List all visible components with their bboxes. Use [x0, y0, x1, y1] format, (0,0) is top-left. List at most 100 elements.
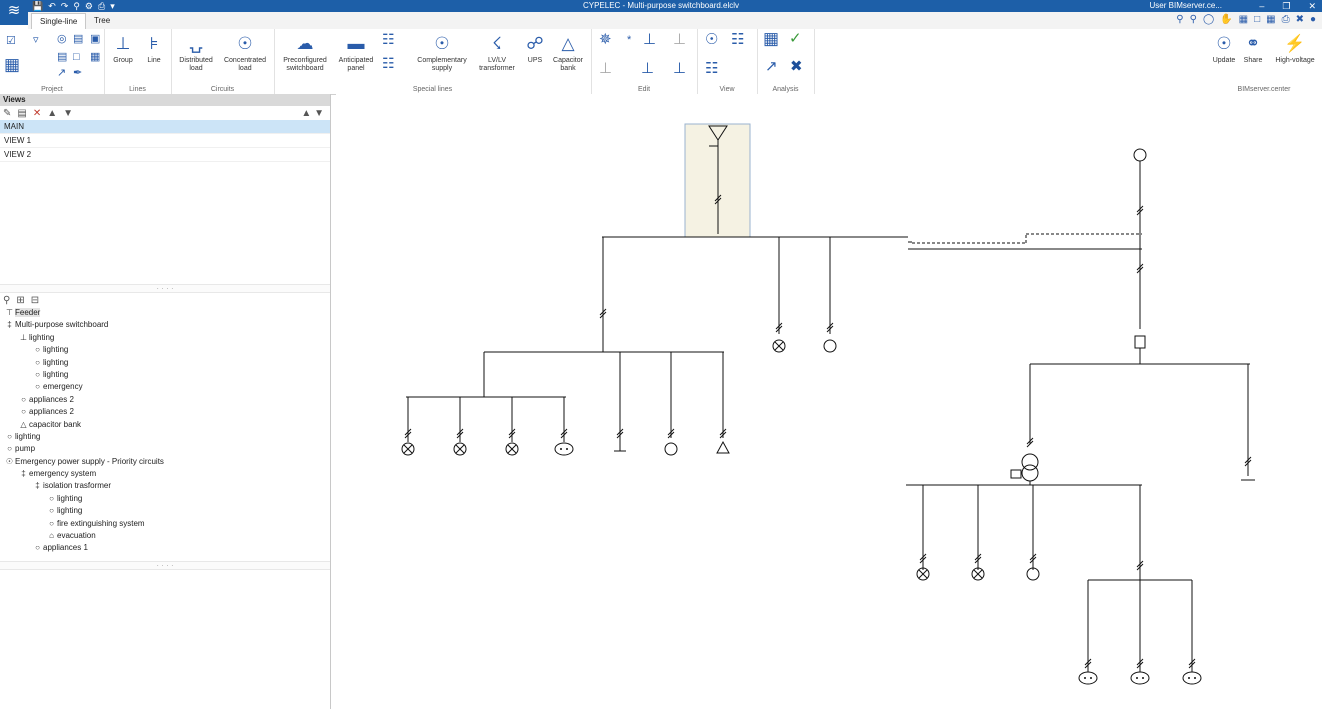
- expand-icon[interactable]: ☉: [705, 32, 718, 47]
- tree-node[interactable]: ○ appliances 2: [0, 394, 330, 406]
- calculator-grid-icon[interactable]: ▦: [4, 56, 20, 73]
- layout-icon[interactable]: ☷: [705, 61, 718, 76]
- zoom-out-icon[interactable]: ⚲: [1190, 14, 1197, 25]
- image-icon[interactable]: ▦: [90, 51, 100, 63]
- delete-view-icon[interactable]: ✕: [33, 108, 41, 119]
- tree-node[interactable]: ‡ isolation trasformer: [0, 480, 330, 492]
- redo-icon[interactable]: ↷: [61, 0, 69, 12]
- tree-node[interactable]: ○ pump: [0, 443, 330, 455]
- restore-icon[interactable]: ❐: [1282, 0, 1290, 12]
- distributed-load-button[interactable]: ⍽ Distributed load: [173, 31, 219, 73]
- move-up-icon[interactable]: ▲: [47, 108, 57, 119]
- calculator-icon[interactable]: ▦: [763, 30, 779, 47]
- tree-node[interactable]: ☉ Emergency power supply - Priority circu…: [0, 456, 330, 468]
- tree-node[interactable]: ⊤ Feeder: [0, 307, 330, 319]
- tree-node[interactable]: ○ appliances 2: [0, 406, 330, 418]
- view-item[interactable]: VIEW 1: [0, 134, 330, 148]
- frame-icon[interactable]: □: [73, 51, 80, 63]
- high-voltage-button[interactable]: ⚡ High-voltage: [1268, 31, 1322, 65]
- copy-view-icon[interactable]: ▤: [17, 108, 26, 119]
- concentrated-load-button[interactable]: ☉ Concentrated load: [219, 31, 271, 73]
- branch-icon[interactable]: ☷: [382, 32, 395, 46]
- print-icon[interactable]: ⎙: [98, 0, 105, 12]
- distribute-icon[interactable]: ⊥: [673, 32, 686, 47]
- user-account[interactable]: User BIMserver.ce...: [1150, 0, 1222, 12]
- splitter[interactable]: · · · ·: [0, 284, 330, 293]
- search-icon[interactable]: ⚲: [73, 0, 80, 12]
- tree-node[interactable]: ○ lighting: [0, 357, 330, 369]
- wiring-icon[interactable]: ▣: [90, 33, 100, 45]
- single-line-diagram[interactable]: [336, 94, 1322, 709]
- search-icon[interactable]: ⚲: [3, 295, 10, 306]
- filter-icon[interactable]: ▿: [33, 34, 39, 46]
- group-button[interactable]: ⊥ Group: [108, 31, 138, 65]
- error-icon[interactable]: ✖: [790, 59, 803, 74]
- settings-icon[interactable]: ⚙: [85, 0, 93, 12]
- dropdown-icon[interactable]: ▾: [110, 0, 115, 12]
- help-icon[interactable]: ●: [1310, 14, 1316, 25]
- tree-node[interactable]: ○ lighting: [0, 505, 330, 517]
- view-item[interactable]: VIEW 2: [0, 148, 330, 162]
- print-preview-icon[interactable]: ⎙: [1282, 14, 1290, 25]
- minimize-icon[interactable]: –: [1259, 0, 1264, 12]
- move-icon[interactable]: ⊥: [599, 61, 612, 76]
- tree-node[interactable]: ‡ Multi-purpose switchboard: [0, 319, 330, 331]
- document-icon[interactable]: ▤: [73, 33, 83, 45]
- collapse-all-icon[interactable]: ⊟: [31, 295, 39, 306]
- tree-node[interactable]: ○ lighting: [0, 493, 330, 505]
- frame-icon[interactable]: □: [1254, 14, 1260, 25]
- tree-node[interactable]: ○ lighting: [0, 369, 330, 381]
- pan-icon[interactable]: ✋: [1220, 14, 1232, 25]
- checkbox-icon[interactable]: ☑: [6, 35, 16, 47]
- tree-node[interactable]: △ capacitor bank: [0, 419, 330, 431]
- complementary-supply-button[interactable]: ☉ Complementary supply: [410, 31, 474, 73]
- align-icon[interactable]: ⊥: [643, 32, 656, 47]
- anticipated-panel-button[interactable]: ▬ Anticipated panel: [334, 31, 378, 73]
- tab-tree[interactable]: Tree: [86, 13, 118, 29]
- app-logo-icon[interactable]: ≋: [0, 0, 28, 25]
- project-data-icon[interactable]: ◎: [57, 33, 67, 45]
- table-icon[interactable]: ▦: [1266, 14, 1275, 25]
- close-icon[interactable]: ✕: [1308, 0, 1316, 12]
- tree-node[interactable]: ⌂ evacuation: [0, 530, 330, 542]
- save-icon[interactable]: 💾: [32, 0, 43, 12]
- move-down-icon[interactable]: ▼: [63, 108, 73, 119]
- tree-node[interactable]: ‡ emergency system: [0, 468, 330, 480]
- panel-scroll-icon[interactable]: ▲ ▼: [301, 108, 324, 119]
- diagram-canvas[interactable]: [336, 94, 1322, 709]
- tab-single-line[interactable]: Single-line: [31, 13, 87, 30]
- branch-panel-icon[interactable]: ☷: [382, 56, 395, 70]
- tree-node[interactable]: ○ lighting: [0, 431, 330, 443]
- update-button[interactable]: ☉ Update: [1208, 31, 1240, 65]
- ups-button[interactable]: ☍ UPS: [522, 31, 548, 65]
- preconfigured-switchboard-button[interactable]: ☁ Preconfigured switchboard: [276, 31, 334, 73]
- star-icon[interactable]: *: [627, 34, 631, 46]
- zoom-fit-icon[interactable]: ◯: [1203, 14, 1214, 25]
- splitter[interactable]: · · · ·: [0, 560, 330, 570]
- copy-icon[interactable]: ⊥: [641, 61, 654, 76]
- pen-icon[interactable]: ✒: [73, 67, 82, 79]
- expand-all-icon[interactable]: ⊞: [16, 295, 24, 306]
- lv-transformer-button[interactable]: ☇ LV/LV transformer: [474, 31, 520, 73]
- undo-icon[interactable]: ↶: [48, 0, 56, 12]
- view-item[interactable]: MAIN: [0, 120, 330, 134]
- insert-icon[interactable]: ✵: [599, 32, 612, 47]
- new-view-icon[interactable]: ✎: [3, 108, 11, 119]
- tree-node[interactable]: ○ fire extinguishing system: [0, 518, 330, 530]
- list-icon[interactable]: ▤: [57, 51, 67, 63]
- arrow-icon[interactable]: ↗: [57, 67, 66, 79]
- tree-node[interactable]: ○ lighting: [0, 344, 330, 356]
- line-button[interactable]: ⊧ Line: [140, 31, 168, 65]
- paste-icon[interactable]: ⊥: [673, 61, 686, 76]
- wand-icon[interactable]: ↗: [765, 59, 778, 74]
- tree-node[interactable]: ○ appliances 1: [0, 542, 330, 554]
- tools-icon[interactable]: ✖: [1296, 14, 1304, 25]
- tree-node[interactable]: ○ emergency: [0, 381, 330, 393]
- share-button[interactable]: ⚭ Share: [1240, 31, 1266, 65]
- capacitor-bank-button[interactable]: △ Capacitor bank: [548, 31, 588, 73]
- zoom-in-icon[interactable]: ⚲: [1176, 14, 1183, 25]
- grid-icon[interactable]: ▦: [1239, 14, 1248, 25]
- tree-node[interactable]: ⊥ lighting: [0, 332, 330, 344]
- tree-view-icon[interactable]: ☷: [731, 32, 744, 47]
- check-icon[interactable]: ✓: [789, 31, 802, 46]
